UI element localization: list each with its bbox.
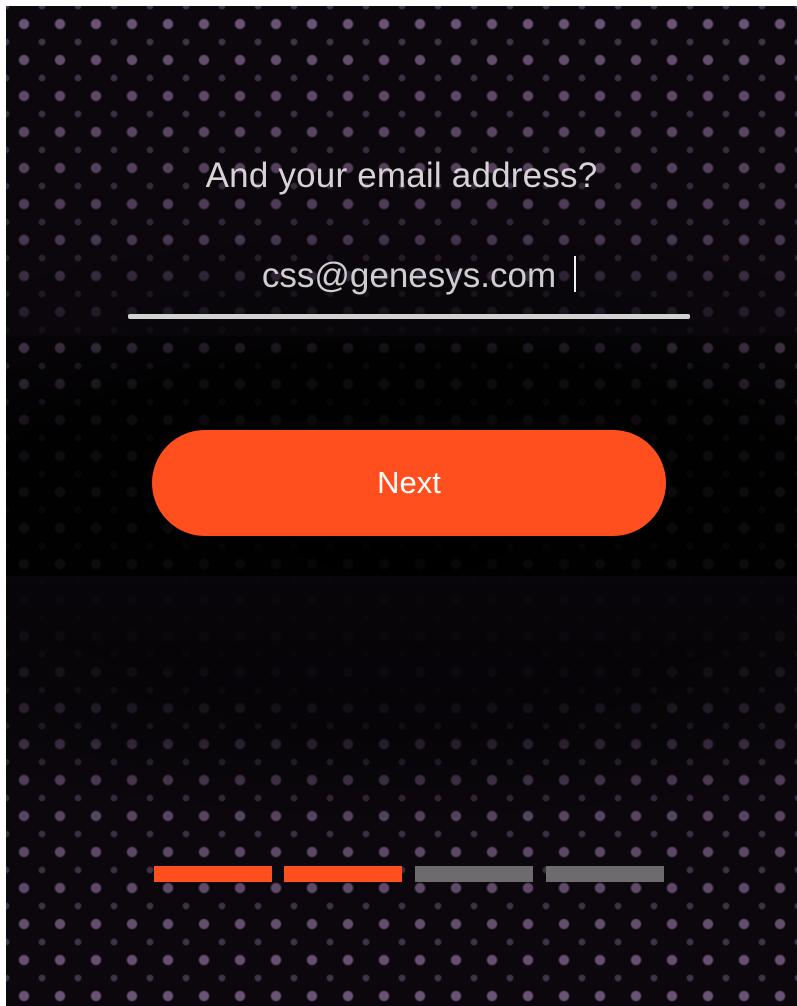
onboarding-screen: And your email address? Next	[6, 6, 797, 1006]
progress-step-1	[154, 866, 272, 882]
next-button[interactable]: Next	[152, 430, 666, 536]
email-input[interactable]	[128, 246, 690, 306]
email-field-container	[128, 246, 690, 322]
email-prompt: And your email address?	[205, 156, 598, 195]
progress-indicator	[154, 866, 664, 882]
progress-step-2	[284, 866, 402, 882]
text-cursor	[574, 256, 576, 292]
onboarding-content: And your email address? Next	[6, 6, 797, 1006]
email-underline	[128, 314, 690, 319]
progress-step-3	[415, 866, 533, 882]
progress-step-4	[546, 866, 664, 882]
